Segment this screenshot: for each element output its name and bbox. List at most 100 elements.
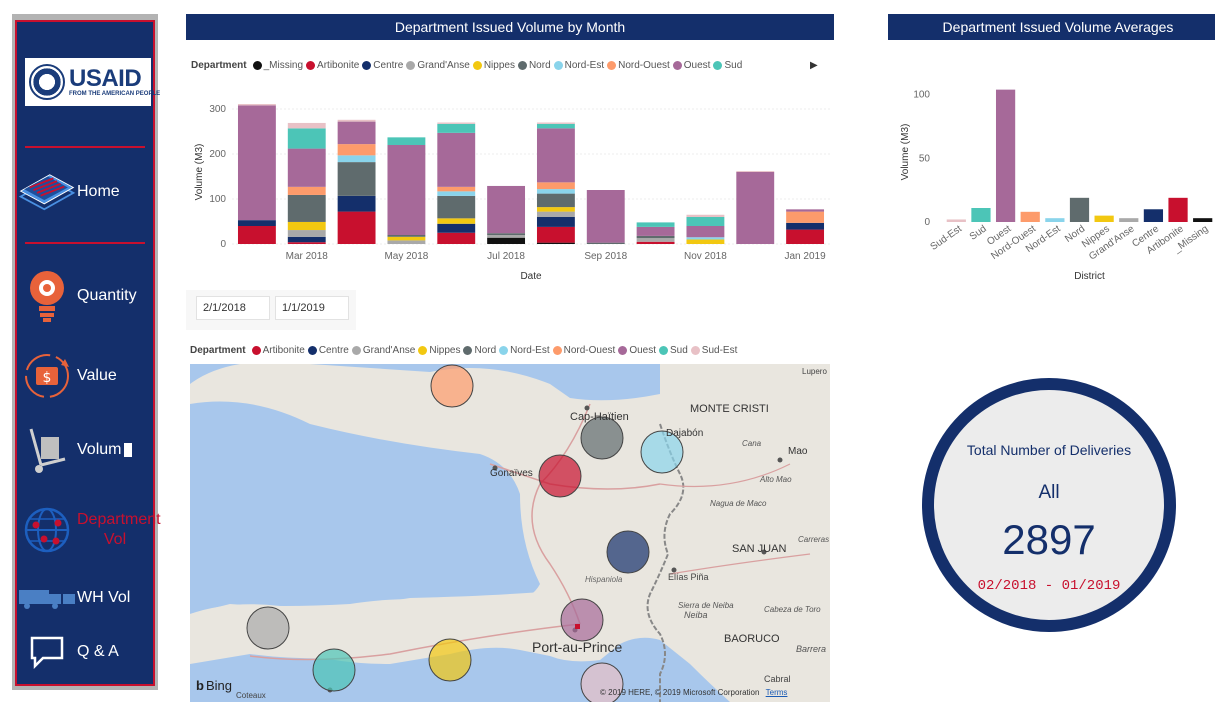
- bar-nord-est-aug-2018: [536, 189, 575, 194]
- legend-item-grand-anse[interactable]: Grand'Anse: [351, 345, 415, 356]
- chat-bubble-icon: [17, 635, 77, 669]
- x-tick-label: Sud-Est: [929, 223, 965, 253]
- legend-item-centre[interactable]: Centre: [307, 345, 349, 356]
- nav-value-label: Value: [77, 367, 117, 384]
- legend-item-sud-est[interactable]: Sud-Est: [690, 345, 737, 356]
- map-canvas: Cap-Haïtien MONTE CRISTI Dajabón Gonaïve…: [190, 364, 830, 702]
- bar-nord-mar-2018: [287, 194, 326, 222]
- bing-b-icon: b: [196, 678, 204, 693]
- nav-wh-vol[interactable]: WH Vol: [17, 578, 157, 618]
- legend-item-ouest[interactable]: Ouest: [618, 345, 656, 356]
- nav-value[interactable]: $ Value: [17, 348, 157, 404]
- bar-nord-may-2018: [387, 235, 426, 237]
- bar-nord-aug-2018: [536, 193, 575, 208]
- bar-centre-apr-2018: [337, 195, 376, 212]
- nav-quantity[interactable]: Quantity: [17, 266, 157, 326]
- bar-artibonite-oct-2018: [636, 241, 675, 244]
- nav-department-vol[interactable]: Department Vol: [17, 500, 161, 560]
- port-au-prince-marker: [575, 624, 580, 629]
- haiti-map[interactable]: Cap-Haïtien MONTE CRISTI Dajabón Gonaïve…: [190, 364, 830, 702]
- legend-item-nippes[interactable]: Nippes: [418, 345, 460, 356]
- legend-dot: [351, 346, 361, 355]
- map-bubble-artibonite: [538, 454, 582, 498]
- y-tick-label: 50: [919, 153, 931, 164]
- bar-centre-feb-2018: [237, 220, 276, 226]
- place-label-barrera: Barrera: [796, 644, 826, 654]
- bar-nord-ouest-jan-2019: [786, 211, 825, 223]
- place-label-san-juan: SAN JUAN: [732, 543, 786, 555]
- bar-nippes-aug-2018: [536, 207, 575, 212]
- bar-artibonite-feb-2018: [237, 226, 276, 244]
- bar-sud-est-nov-2018: [686, 214, 725, 217]
- avg-bar-nord-ouest: [1020, 211, 1040, 222]
- start-date-input[interactable]: 2/1/2018: [196, 296, 270, 320]
- legend-item-nord[interactable]: Nord: [463, 345, 496, 356]
- legend-item-nord-est[interactable]: Nord-Est: [499, 345, 550, 356]
- legend-dot: [251, 346, 261, 355]
- legend-dot: [463, 346, 473, 355]
- avg-bar-nippes: [1094, 215, 1114, 222]
- legend-dot: [690, 346, 700, 355]
- bar-ouest-apr-2018: [337, 121, 376, 145]
- kpi-circle: Total Number of Deliveries All 2897 02/2…: [922, 378, 1176, 632]
- kpi-filter-label: All: [1038, 482, 1060, 503]
- bar-sud-est-apr-2018: [337, 119, 376, 122]
- legend-dot: [552, 346, 562, 355]
- bar-ouest-dec-2018: [736, 172, 775, 244]
- x-tick-label: Nov 2018: [684, 251, 727, 262]
- logo-subtitle: FROM THE AMERICAN PEOPLE: [69, 91, 161, 97]
- bar-artibonite-jan-2019: [786, 229, 825, 244]
- bar-sud-nov-2018: [686, 217, 725, 226]
- sidebar: USAID FROM THE AMERICAN PEOPLE Home Quan…: [12, 14, 161, 690]
- bar-nippes-jun-2018: [437, 218, 476, 224]
- sidebar-divider: [25, 146, 145, 148]
- bar-ouest-aug-2018: [536, 128, 575, 183]
- legend-item-nord-ouest[interactable]: Nord-Ouest: [552, 345, 615, 356]
- nav-qa[interactable]: Q & A: [17, 630, 157, 674]
- usaid-seal-icon: [29, 64, 65, 100]
- bar-nippes-nov-2018: [686, 239, 725, 244]
- bar-sud-aug-2018: [536, 123, 575, 129]
- end-date-input[interactable]: 1/1/2019: [275, 296, 349, 320]
- bar-artibonite-mar-2018: [287, 242, 326, 244]
- nav-qa-label: Q & A: [77, 643, 119, 660]
- monthly-chart-title: Department Issued Volume by Month: [186, 14, 834, 40]
- bar-ouest-feb-2018: [237, 105, 276, 221]
- kpi-value: 2897: [1002, 516, 1096, 563]
- city-dot: [777, 457, 783, 463]
- y-tick-label: 0: [924, 217, 930, 228]
- legend-label: Ouest: [629, 345, 656, 356]
- bar-sud-mar-2018: [287, 128, 326, 149]
- nav-volume-label: Volum: [77, 441, 122, 458]
- bing-label: Bing: [205, 678, 232, 693]
- bar-grand-anse-oct-2018: [636, 238, 675, 242]
- place-label-baoruco: BAORUCO: [724, 633, 780, 645]
- bar-nord-jul-2018: [487, 233, 526, 235]
- bar-ouest-jan-2019: [786, 209, 825, 212]
- place-label-sierra-de-neiba: Sierra de Neiba: [678, 601, 734, 610]
- place-label-elias-pina: Elías Piña: [668, 572, 709, 582]
- legend-label: Sud: [670, 345, 688, 356]
- logo-text: USAID: [69, 65, 142, 92]
- bar-sud-jun-2018: [437, 123, 476, 133]
- bar-grand-anse-mar-2018: [287, 230, 326, 237]
- averages-chart-title: Department Issued Volume Averages: [888, 14, 1215, 40]
- nav-home[interactable]: Home: [17, 162, 157, 222]
- place-label-gonaives: Gonaïves: [490, 468, 533, 479]
- x-axis-title: District: [1074, 271, 1105, 282]
- nav-department-vol-label: Department Vol: [77, 511, 161, 548]
- avg-bar-ouest: [995, 89, 1016, 222]
- place-label-mao: Mao: [788, 446, 808, 457]
- nav-volume[interactable]: Volum: [17, 422, 157, 478]
- legend-dot: [418, 346, 428, 355]
- bar-sud-may-2018: [387, 137, 426, 145]
- legend-dot: [307, 346, 317, 355]
- sidebar-divider: [25, 242, 145, 244]
- x-tick-label: Jan 2019: [785, 251, 827, 262]
- terms-link[interactable]: Terms: [766, 688, 788, 697]
- legend-item-sud[interactable]: Sud: [659, 345, 688, 356]
- bar-nord-ouest-jun-2018: [437, 186, 476, 192]
- legend-item-artibonite[interactable]: Artibonite: [251, 345, 305, 356]
- map-legend: Department Artibonite Centre Grand'Anse Nip…: [190, 345, 740, 356]
- globe-network-icon: [17, 505, 77, 555]
